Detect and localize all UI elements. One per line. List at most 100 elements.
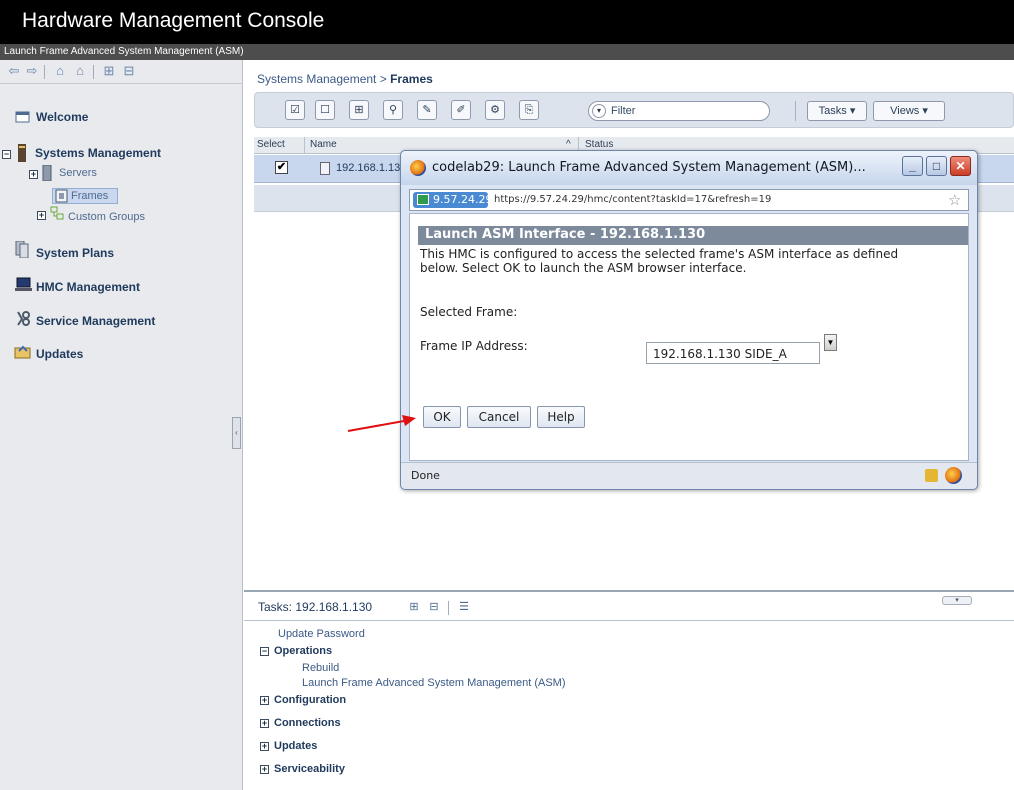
nav-systems-management[interactable]: Systems Management [35, 146, 161, 160]
forward-icon[interactable]: ⇨ [24, 64, 40, 78]
expand-icon[interactable]: + [260, 696, 269, 705]
nav-welcome[interactable]: Welcome [36, 110, 88, 124]
servers-icon [42, 165, 52, 181]
minimize-button[interactable]: _ [902, 156, 923, 176]
nav-system-plans[interactable]: System Plans [36, 246, 114, 260]
tasks-header-divider [244, 620, 1014, 621]
help-button[interactable]: Help [537, 406, 585, 428]
cancel-button[interactable]: Cancel [467, 406, 531, 428]
custom-groups-icon [50, 206, 64, 220]
task-group-operations[interactable]: Operations [274, 645, 332, 657]
navigation-pane: ⇦ ⇨ ⌂ ⌂ ⊞ ⊟ Welcome − Systems Management… [0, 60, 243, 790]
nav-servers[interactable]: Servers [59, 167, 97, 179]
address-bar[interactable]: 9.57.24.29 https://9.57.24.29/hmc/conten… [409, 189, 969, 211]
hmc-management-icon [15, 277, 32, 291]
browser-status-icon [945, 467, 962, 484]
dialog-content: Launch ASM Interface - 192.168.1.130 Thi… [409, 213, 969, 461]
expand-icon[interactable]: + [260, 765, 269, 774]
ok-button[interactable]: OK [423, 406, 461, 428]
toolbar-divider [93, 65, 94, 79]
edit-sort-icon[interactable]: ✎ [417, 100, 437, 120]
show-filter-row-icon[interactable]: ⊞ [349, 100, 369, 120]
maximize-button[interactable]: □ [926, 156, 947, 176]
asm-launch-dialog: codelab29: Launch Frame Advanced System … [400, 150, 978, 490]
close-button[interactable]: ✕ [950, 156, 971, 176]
frame-ip-value: 192.168.1.130 SIDE_A [653, 347, 787, 361]
dialog-titlebar[interactable]: codelab29: Launch Frame Advanced System … [401, 151, 977, 185]
app-header: Hardware Management Console [0, 0, 1014, 44]
expand-all-icon[interactable]: ⊞ [408, 601, 420, 613]
nav-service-management[interactable]: Service Management [36, 314, 155, 328]
nav-frames[interactable]: Frames [71, 190, 108, 202]
collapse-all-icon[interactable]: ⊟ [428, 601, 440, 613]
dialog-window-title: codelab29: Launch Frame Advanced System … [432, 160, 866, 175]
expand-icon[interactable]: + [37, 211, 46, 220]
table-toolbar: ☑ ☐ ⊞ ⚲ ✎ ✐ ⚙ ⎘ ▾ Filter Tasks ▾ Views ▾ [254, 92, 1014, 128]
tasks-menu-button[interactable]: Tasks ▾ [807, 101, 867, 121]
nav-hmc-management[interactable]: HMC Management [36, 280, 140, 294]
collapse-icon[interactable]: − [2, 150, 11, 159]
views-menu-button[interactable]: Views ▾ [873, 101, 945, 121]
breadcrumb-separator: > [379, 72, 387, 86]
navigation-toolbar: ⇦ ⇨ ⌂ ⌂ ⊞ ⊟ [0, 60, 243, 84]
configure-columns-icon[interactable]: ⚙ [485, 100, 505, 120]
task-group-configuration[interactable]: Configuration [274, 694, 346, 706]
column-divider [304, 137, 305, 154]
frame-ip-select[interactable]: 192.168.1.130 SIDE_A [646, 342, 820, 364]
column-header-select[interactable]: Select [257, 139, 285, 150]
bookmark-star-icon[interactable]: ☆ [948, 191, 961, 209]
tasks-pane-title: Tasks: 192.168.1.130 [258, 600, 373, 614]
systems-management-icon [18, 144, 26, 162]
back-icon[interactable]: ⇦ [6, 64, 22, 78]
dropdown-arrow-icon[interactable]: ▼ [824, 334, 837, 351]
clear-filters-icon[interactable]: ⚲ [383, 100, 403, 120]
app-title: Hardware Management Console [22, 9, 325, 32]
filter-input[interactable]: ▾ Filter [588, 101, 770, 121]
task-launch-asm[interactable]: Launch Frame Advanced System Management … [302, 677, 566, 689]
task-rebuild[interactable]: Rebuild [302, 662, 339, 674]
clear-sorts-icon[interactable]: ✐ [451, 100, 471, 120]
expand-icon[interactable]: + [260, 719, 269, 728]
task-group-updates[interactable]: Updates [274, 740, 317, 752]
favorite-home-icon[interactable]: ⌂ [72, 64, 88, 78]
breadcrumb-current: Frames [390, 72, 433, 86]
asm-description: This HMC is configured to access the sel… [420, 247, 899, 275]
deselect-all-icon[interactable]: ☐ [315, 100, 335, 120]
collapse-navigation-handle[interactable]: ‹ [232, 417, 241, 449]
asm-header-bar: Launch ASM Interface - 192.168.1.130 [418, 226, 968, 245]
filter-dropdown-icon[interactable]: ▾ [592, 104, 606, 118]
collapse-tasks-pane-button[interactable]: ▾ [942, 596, 972, 605]
task-group-serviceability[interactable]: Serviceability [274, 763, 345, 775]
sort-ascending-icon[interactable]: ^ [566, 139, 571, 150]
lock-icon[interactable] [925, 469, 938, 482]
home-icon[interactable]: ⌂ [52, 64, 68, 78]
row-select-checkbox[interactable]: ✔ [275, 161, 288, 174]
task-view-icon[interactable]: ☰ [458, 601, 470, 613]
breadcrumb: Systems Management > Frames [257, 72, 433, 86]
column-header-status[interactable]: Status [585, 139, 613, 150]
nav-custom-groups[interactable]: Custom Groups [68, 211, 145, 223]
asm-header-title: Launch ASM Interface - 192.168.1.130 [425, 227, 706, 242]
system-plans-icon [15, 241, 29, 258]
toolbar-divider [795, 101, 796, 121]
welcome-icon [15, 111, 30, 123]
expand-icon[interactable]: + [260, 742, 269, 751]
expand-icon[interactable]: + [29, 170, 38, 179]
task-subtitle: Launch Frame Advanced System Management … [4, 46, 244, 57]
nav-updates[interactable]: Updates [36, 347, 83, 361]
site-identity-button[interactable]: 9.57.24.29 [413, 192, 492, 208]
expand-all-icon[interactable]: ⊞ [101, 64, 117, 78]
collapse-icon[interactable]: − [260, 647, 269, 656]
task-update-password[interactable]: Update Password [278, 628, 365, 640]
collapse-all-icon[interactable]: ⊟ [121, 64, 137, 78]
quick-filter-icon[interactable]: ⎘ [519, 100, 539, 120]
site-icon [417, 194, 429, 205]
toolbar-divider [448, 601, 449, 615]
breadcrumb-parent[interactable]: Systems Management [257, 72, 376, 86]
frames-icon [55, 189, 68, 203]
select-all-icon[interactable]: ☑ [285, 100, 305, 120]
row-name-link[interactable]: 192.168.1.13 [336, 162, 400, 174]
column-header-name[interactable]: Name [310, 139, 337, 150]
site-label: 9.57.24.29 [433, 193, 493, 206]
task-group-connections[interactable]: Connections [274, 717, 341, 729]
